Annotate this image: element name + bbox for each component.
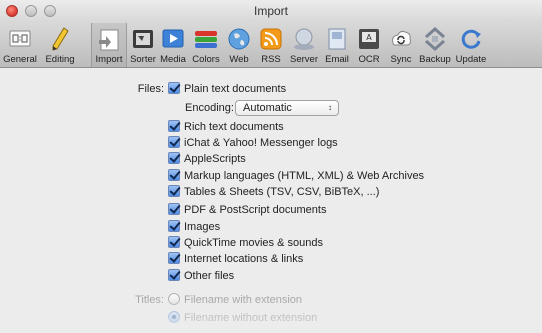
toolbar-label: Update (455, 54, 487, 65)
import-pane: Files: Plain text documents Encoding: Au… (0, 69, 542, 333)
toolbar-label: Sorter (130, 54, 156, 65)
encoding-popup[interactable]: Automatic ↕ (235, 100, 339, 116)
checkbox-checked-icon (168, 220, 180, 232)
rss-icon (260, 28, 282, 50)
toolbar-item-sync[interactable]: Sync (386, 23, 416, 67)
toolbar-label: Editing (45, 54, 75, 65)
checkbox-checked-icon (168, 120, 180, 132)
svg-text:A: A (366, 33, 372, 42)
radio-off-icon (168, 293, 180, 305)
toolbar-item-sorter[interactable]: Sorter (128, 23, 158, 67)
toolbar-label: RSS (261, 54, 281, 65)
toolbar-label: Sync (390, 54, 412, 65)
ocr-icon: A (359, 29, 379, 49)
preferences-toolbar: General Editing Import Sorter Media Colo… (0, 22, 542, 68)
globe-icon (228, 28, 250, 50)
applescripts-checkbox[interactable]: AppleScripts (168, 151, 246, 167)
filename-without-extension-radio[interactable]: Filename without extension (168, 310, 317, 326)
checkbox-checked-icon (168, 82, 180, 94)
tables-sheets-checkbox[interactable]: Tables & Sheets (TSV, CSV, BiBTeX, ...) (168, 184, 379, 200)
toolbar-item-colors[interactable]: Colors (189, 23, 223, 67)
checkbox-checked-icon (168, 185, 180, 197)
title-bar: Import (0, 0, 542, 22)
encoding-label: Encoding: (185, 102, 234, 114)
toolbar-label: Server (290, 54, 318, 65)
radio-on-icon (168, 311, 180, 323)
quicktime-checkbox[interactable]: QuickTime movies & sounds (168, 235, 323, 251)
toolbar-item-editing[interactable]: Editing (40, 23, 80, 67)
toolbar-item-general[interactable]: General (2, 23, 38, 67)
toolbar-label: General (3, 54, 37, 65)
pencil-icon (52, 27, 69, 51)
toolbar-label: Email (325, 54, 349, 65)
popup-arrows-icon: ↕ (328, 103, 332, 112)
update-icon (461, 29, 481, 49)
checkbox-checked-icon (168, 236, 180, 248)
other-files-checkbox[interactable]: Other files (168, 268, 234, 284)
toolbar-label: OCR (358, 54, 380, 65)
checkbox-checked-icon (168, 152, 180, 164)
sorter-icon (133, 30, 153, 48)
plain-text-checkbox[interactable]: Plain text documents (168, 81, 286, 97)
colors-icon (195, 31, 217, 48)
email-icon (328, 28, 346, 50)
toolbar-item-media[interactable]: Media (158, 23, 188, 67)
preferences-window: Import General Editing Import Sorter Med… (0, 0, 542, 333)
window-title: Import (253, 4, 288, 18)
pdf-postscript-checkbox[interactable]: PDF & PostScript documents (168, 202, 326, 218)
general-icon (9, 30, 31, 47)
internet-locations-checkbox[interactable]: Internet locations & links (168, 251, 303, 267)
files-label: Files: (137, 83, 164, 95)
checkbox-checked-icon (168, 252, 180, 264)
checkbox-checked-icon (168, 203, 180, 215)
toolbar-item-import[interactable]: Import (91, 23, 127, 67)
markup-languages-checkbox[interactable]: Markup languages (HTML, XML) & Web Archi… (168, 168, 424, 184)
media-icon (162, 29, 184, 48)
checkbox-checked-icon (168, 169, 180, 181)
filename-with-extension-radio[interactable]: Filename with extension (168, 292, 302, 308)
rich-text-checkbox[interactable]: Rich text documents (168, 119, 284, 135)
toolbar-item-ocr[interactable]: A OCR (354, 23, 384, 67)
toolbar-label: Web (229, 54, 249, 65)
import-icon (99, 29, 119, 51)
toolbar-label: Import (95, 54, 123, 65)
toolbar-item-backup[interactable]: Backup (417, 23, 453, 67)
toolbar-label: Colors (192, 54, 220, 65)
titles-label: Titles: (135, 294, 164, 306)
toolbar-label: Backup (419, 54, 451, 65)
sync-icon (392, 30, 412, 46)
backup-icon (425, 26, 445, 52)
checkbox-checked-icon (168, 269, 180, 281)
toolbar-item-rss[interactable]: RSS (256, 23, 286, 67)
checkbox-checked-icon (168, 136, 180, 148)
toolbar-item-web[interactable]: Web (224, 23, 254, 67)
toolbar-item-server[interactable]: Server (287, 23, 321, 67)
messenger-logs-checkbox[interactable]: iChat & Yahoo! Messenger logs (168, 135, 338, 151)
toolbar-label: Media (160, 54, 186, 65)
toolbar-item-update[interactable]: Update (454, 23, 488, 67)
server-icon (294, 28, 314, 50)
images-checkbox[interactable]: Images (168, 219, 220, 235)
toolbar-item-email[interactable]: Email (322, 23, 352, 67)
